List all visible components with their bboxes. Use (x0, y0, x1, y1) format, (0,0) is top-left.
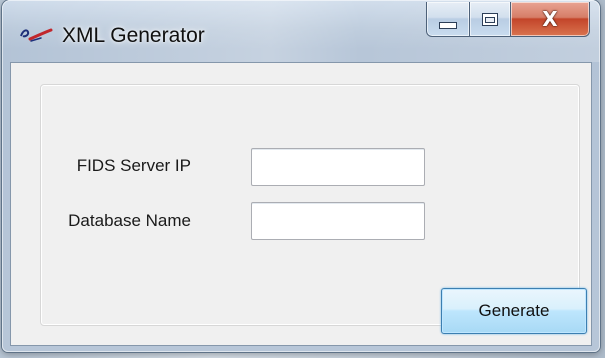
maximize-icon (482, 12, 498, 26)
settings-group: FIDS Server IP Database Name Generate (40, 84, 587, 334)
maximize-button[interactable] (470, 2, 511, 37)
minimize-icon (439, 21, 457, 29)
database-name-label: Database Name (68, 211, 191, 230)
server-ip-input[interactable] (251, 148, 425, 186)
close-button[interactable]: X (511, 2, 590, 37)
generate-button[interactable]: Generate (441, 288, 587, 334)
close-icon: X (542, 7, 558, 31)
minimize-button[interactable] (426, 2, 470, 37)
window-title: XML Generator (62, 24, 205, 47)
server-ip-label: FIDS Server IP (76, 156, 191, 175)
window-client-area: FIDS Server IP Database Name Generate (10, 62, 592, 346)
title-bar[interactable]: XML Generator X (2, 0, 600, 62)
xml-generator-app-icon (20, 28, 53, 42)
database-name-input[interactable] (251, 202, 425, 240)
caption-buttons: X (426, 2, 590, 38)
xml-generator-window: XML Generator X FIDS Server IP Database … (2, 0, 600, 352)
